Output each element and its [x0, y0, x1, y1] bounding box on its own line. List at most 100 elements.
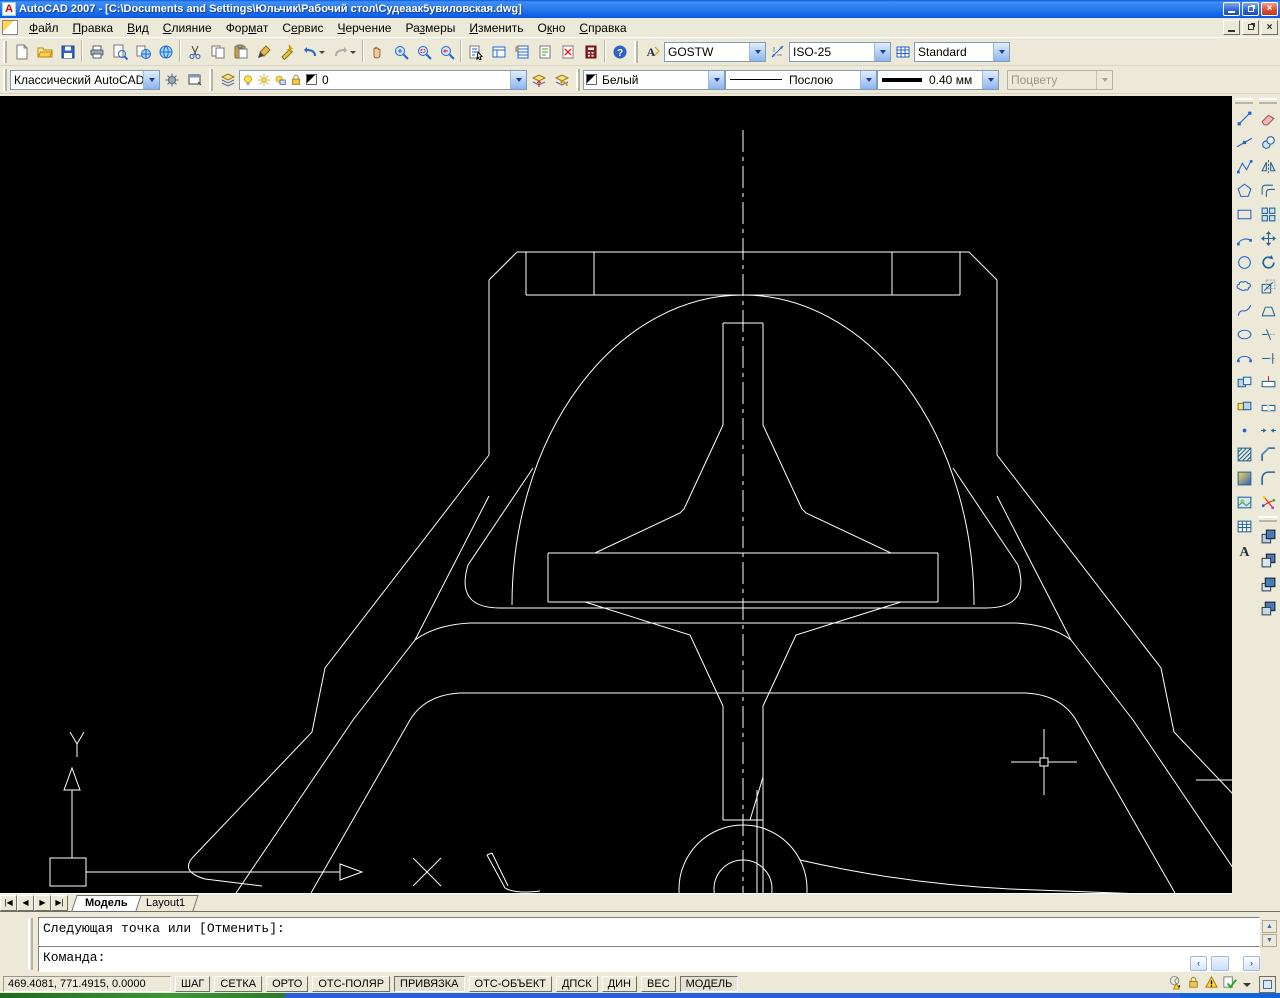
array-icon[interactable] [1256, 202, 1280, 226]
tray-menu-arrow-icon[interactable] [1243, 983, 1251, 991]
send-under-objects-icon[interactable] [1256, 596, 1280, 620]
rotate-icon[interactable] [1256, 250, 1280, 274]
chevron-down-icon[interactable] [319, 50, 325, 57]
move-icon[interactable] [1256, 226, 1280, 250]
dim-style-icon[interactable] [766, 40, 789, 63]
publish-icon[interactable] [131, 40, 154, 63]
menu-правка[interactable]: Правка [66, 19, 121, 37]
tab-first-button[interactable]: |◀ [0, 895, 17, 911]
erase-icon[interactable] [1256, 106, 1280, 130]
command-scroll-down-icon[interactable]: ▼ [1262, 934, 1277, 947]
document-icon[interactable] [2, 20, 18, 35]
arc-icon[interactable] [1232, 226, 1256, 250]
mirror-icon[interactable] [1256, 154, 1280, 178]
ellipse-arc-icon[interactable] [1232, 346, 1256, 370]
chevron-down-icon[interactable] [143, 70, 159, 89]
paste-icon[interactable] [229, 40, 252, 63]
tab-model[interactable]: Модель [71, 895, 142, 911]
scale-icon[interactable] [1256, 274, 1280, 298]
insert-block-icon[interactable] [1232, 370, 1256, 394]
minimize-button[interactable] [1223, 2, 1240, 16]
command-scroll-up-icon[interactable]: ▲ [1262, 920, 1277, 933]
rectangle-icon[interactable] [1232, 202, 1256, 226]
save-icon[interactable] [56, 40, 79, 63]
menu-окно[interactable]: Окно [531, 19, 573, 37]
menu-черчение[interactable]: Черчение [330, 19, 398, 37]
redo-icon[interactable] [329, 40, 360, 63]
toolbar-grip[interactable] [3, 40, 7, 63]
viewport-freeze-icon[interactable] [273, 73, 287, 87]
bulb-icon[interactable] [241, 73, 255, 87]
toggle-дин[interactable]: ДИН [601, 976, 638, 992]
toolbar-grip[interactable] [1235, 98, 1253, 104]
color-combo[interactable]: Белый [583, 69, 725, 90]
extend-icon[interactable] [1256, 346, 1280, 370]
explode-icon[interactable] [1256, 490, 1280, 514]
chevron-down-icon[interactable] [860, 70, 876, 89]
menu-изменить[interactable]: Изменить [462, 19, 530, 37]
make-block-icon[interactable] [1232, 394, 1256, 418]
chevron-down-icon[interactable] [993, 42, 1009, 61]
multiline-text-icon[interactable]: A [1232, 538, 1256, 562]
communication-center-icon[interactable] [1165, 975, 1183, 993]
menu-справка[interactable]: Справка [572, 19, 633, 37]
lock-icon[interactable] [289, 73, 303, 87]
chevron-down-icon[interactable] [510, 70, 526, 89]
qnew-icon[interactable] [10, 40, 33, 63]
toggle-вес[interactable]: ВЕС [641, 976, 676, 992]
open-icon[interactable] [33, 40, 56, 63]
chevron-down-icon[interactable] [749, 42, 765, 61]
chamfer-icon[interactable] [1256, 442, 1280, 466]
make-object-layer-current-icon[interactable] [527, 68, 550, 91]
bring-to-front-icon[interactable] [1256, 524, 1280, 548]
menu-вид[interactable]: Вид [120, 19, 156, 37]
toolbar-grip[interactable] [1259, 516, 1277, 522]
layer-properties-manager-icon[interactable] [216, 68, 239, 91]
zoom-realtime-icon[interactable] [389, 40, 412, 63]
scroll-right-icon[interactable]: › [1243, 956, 1260, 971]
lineweight-combo[interactable]: 0.40 мм [877, 69, 999, 90]
menu-файл[interactable]: Файл [22, 19, 66, 37]
toggle-отс-поляр[interactable]: ОТС-ПОЛЯР [312, 976, 391, 992]
toolbar-grip[interactable] [634, 40, 638, 63]
command-hscrollbar[interactable]: ‹ › [1190, 956, 1260, 971]
trim-icon[interactable] [1256, 322, 1280, 346]
spline-icon[interactable] [1232, 298, 1256, 322]
chevron-down-icon[interactable] [874, 42, 890, 61]
undo-icon[interactable] [298, 40, 329, 63]
toggle-дпск[interactable]: ДПСК [555, 976, 598, 992]
construction-line-icon[interactable] [1232, 130, 1256, 154]
text-style-combo[interactable]: GOSTW [664, 41, 766, 62]
toolbar-grip[interactable] [1259, 98, 1277, 104]
fillet-icon[interactable] [1256, 466, 1280, 490]
send-to-back-icon[interactable] [1256, 548, 1280, 572]
command-prompt[interactable]: Команда: [38, 946, 1260, 972]
copy-clip-icon[interactable] [206, 40, 229, 63]
layer-previous-icon[interactable] [550, 68, 573, 91]
toolbar-grip[interactable] [209, 68, 213, 91]
plot-preview-icon[interactable] [108, 40, 131, 63]
workspace-settings-icon[interactable] [160, 68, 183, 91]
chevron-down-icon[interactable] [982, 70, 998, 89]
copy-icon[interactable] [1256, 130, 1280, 154]
text-style-icon[interactable]: A [641, 40, 664, 63]
tab-next-button[interactable]: ▶ [34, 895, 51, 911]
markup-manager-icon[interactable] [556, 40, 579, 63]
sun-icon[interactable] [257, 73, 271, 87]
chevron-down-icon[interactable] [708, 70, 724, 89]
hatch-icon[interactable] [1232, 442, 1256, 466]
associated-standards-icon[interactable] [1219, 975, 1237, 993]
break-at-point-icon[interactable] [1256, 370, 1280, 394]
mdi-restore-button[interactable] [1242, 20, 1259, 35]
block-editor-icon[interactable] [275, 40, 298, 63]
mdi-minimize-button[interactable] [1223, 20, 1240, 35]
toggle-модель[interactable]: МОДЕЛЬ [679, 976, 739, 992]
command-history[interactable]: Следующая точка или [Отменить]: [38, 917, 1260, 946]
polyline-icon[interactable] [1232, 154, 1256, 178]
zoom-window-icon[interactable] [412, 40, 435, 63]
clean-screen-button[interactable] [1259, 975, 1276, 993]
point-icon[interactable] [1232, 418, 1256, 442]
gradient-icon[interactable] [1232, 466, 1256, 490]
dim-style-combo[interactable]: ISO-25 [789, 41, 891, 62]
polygon-icon[interactable] [1232, 178, 1256, 202]
